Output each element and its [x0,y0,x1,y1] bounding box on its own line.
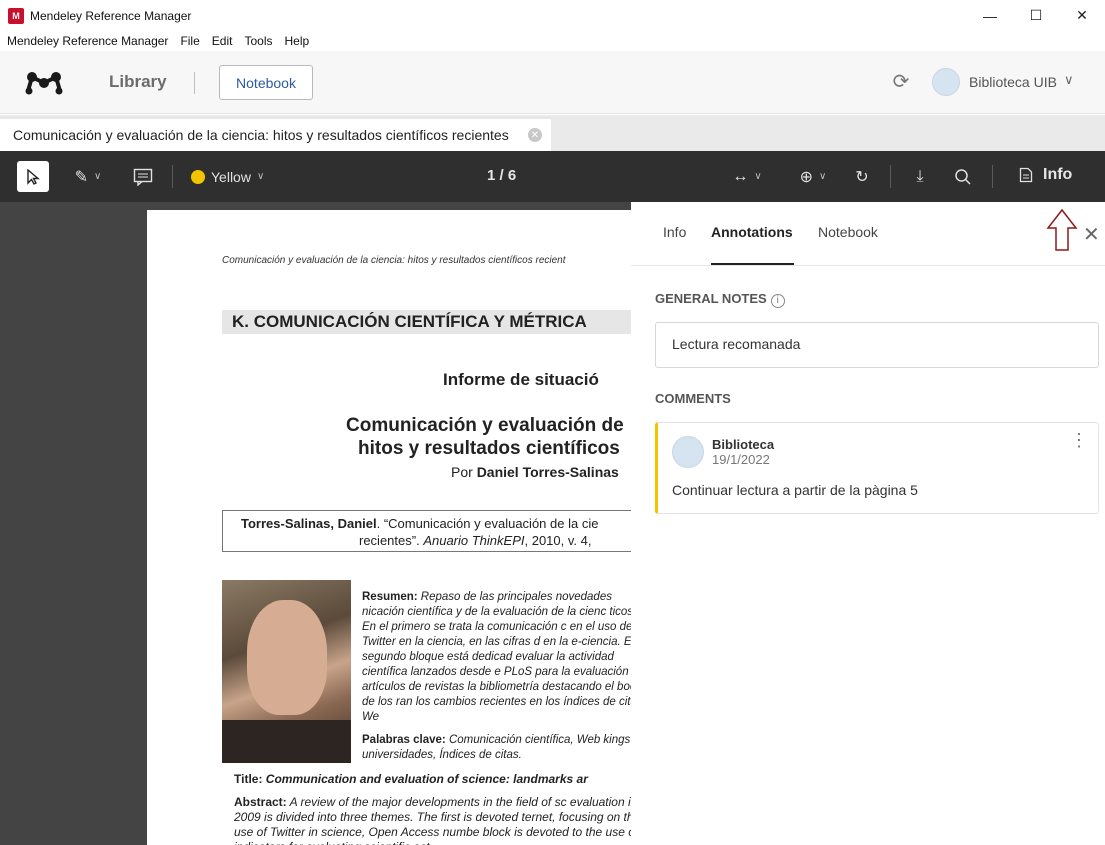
citation-line2-b: , 2010, v. 4, [524,533,592,548]
info-icon[interactable]: i [770,294,785,308]
active-tab-indicator [711,263,794,265]
byline-author: Daniel Torres-Salinas [476,464,619,480]
document-tab-strip: Comunicación y evaluación de la ciencia:… [0,115,1105,151]
comment-text: Continuar lectura a partir de la pàgina … [672,482,918,498]
comment-date: 19/1/2022 [712,452,770,467]
keywords: Palabras clave: Comunicación científica,… [362,733,652,763]
highlighter-tool[interactable]: ✎ ∨ [64,161,112,192]
window-title: Mendeley Reference Manager [30,8,192,23]
comment-icon[interactable] [130,161,156,192]
author-photo [222,580,351,763]
abstract-en-text: A review of the major developments in th… [234,795,640,845]
document-icon [1019,167,1033,183]
notebook-button[interactable]: Notebook [219,65,313,100]
byline-prefix: Por [451,464,477,480]
abstract-en: Abstract: A review of the major developm… [234,795,654,845]
tab-notebook[interactable]: Notebook [818,224,878,240]
pdf-toolbar: ✎ ∨ Yellow ∨ 1 / 6 ↔ ∨ ⊕ ∨ ↻ ⤓ Info [0,151,1105,202]
highlight-color-select[interactable]: Yellow ∨ [191,161,281,192]
more-options-icon[interactable]: ⋮ [1070,431,1088,449]
rotate-icon[interactable]: ↻ [849,161,875,192]
abstract-en-label: Abstract: [234,795,287,809]
citation-box: Torres-Salinas, Daniel. “Comunicación y … [222,510,652,552]
comments-label: COMMENTS [655,391,731,406]
header-divider [194,72,195,94]
maximize-button[interactable]: ☐ [1013,0,1059,31]
chevron-down-icon: ∨ [754,171,762,182]
menu-bar: Mendeley Reference Manager File Edit Too… [0,31,1105,51]
comment-author: Biblioteca [712,437,775,452]
general-notes-field[interactable]: Lectura recomanada [655,322,1099,368]
toolbar-divider [992,165,993,188]
info-button-label: Info [1043,166,1073,183]
fit-width-tool[interactable]: ↔ ∨ [722,161,772,192]
panel-tabs: Info Annotations Notebook ✕ [631,202,1105,266]
title-en: Title: Communication and evaluation of s… [234,772,588,786]
chevron-down-icon: ∨ [94,171,102,182]
menu-tools[interactable]: Tools [244,34,272,48]
pdf-page[interactable]: Comunicación y evaluación de la ciencia:… [147,210,652,845]
app-header: Library Notebook ⟳ Biblioteca UIB ∨ [0,51,1105,114]
title-bar: M Mendeley Reference Manager — ☐ ✕ [0,0,1105,31]
close-tab-icon[interactable]: ✕ [528,128,542,142]
zoom-in-icon: ⊕ [799,168,814,186]
general-notes-heading: GENERAL NOTES i [655,291,785,308]
arrow-up-icon [1046,208,1078,251]
tab-info[interactable]: Info [663,224,686,240]
menu-file[interactable]: File [180,34,199,48]
close-window-button[interactable]: ✕ [1059,0,1105,31]
article-title-line2: hitos y resultados científicos [358,438,620,459]
citation-text: . “Comunicación y evaluación de la cie [376,516,599,531]
abstract-text: Repaso de las principales novedades nica… [362,591,646,723]
library-nav[interactable]: Library [109,72,167,92]
comment-card[interactable]: Biblioteca 19/1/2022 ⋮ Continuar lectura… [655,422,1099,514]
toolbar-divider [890,165,891,188]
citation-line2-a: recientes”. [359,533,424,548]
annotations-panel: Info Annotations Notebook ✕ GENERAL NOTE… [631,202,1105,845]
citation-author: Torres-Salinas, Daniel [241,516,377,531]
tab-annotations[interactable]: Annotations [711,224,793,240]
avatar[interactable] [932,68,960,96]
fit-width-icon: ↔ [732,167,749,185]
menu-app[interactable]: Mendeley Reference Manager [7,34,168,48]
search-icon[interactable] [950,161,976,192]
byline: Por Daniel Torres-Salinas [451,464,619,480]
toolbar-divider [172,165,173,188]
document-tab[interactable]: Comunicación y evaluación de la ciencia:… [0,117,551,151]
download-icon[interactable]: ⤓ [907,161,933,192]
author-shirt [222,720,351,763]
abstract-label: Resumen: [362,591,418,603]
general-notes-label: GENERAL NOTES [655,291,767,306]
page-indicator: 1 / 6 [487,167,517,184]
avatar [672,436,704,468]
section-heading: K. COMUNICACIÓN CIENTÍFICA Y MÉTRICA [222,310,642,334]
menu-help[interactable]: Help [284,34,309,48]
yellow-swatch [191,169,205,184]
zoom-tool[interactable]: ⊕ ∨ [788,161,838,192]
mendeley-app-icon: M [8,7,24,24]
minimize-button[interactable]: — [967,0,1013,31]
user-name[interactable]: Biblioteca UIB [969,74,1057,90]
chevron-down-icon: ∨ [256,171,265,182]
document-tab-title[interactable]: Comunicación y evaluación de la ciencia:… [13,127,518,143]
report-heading: Informe de situació [443,370,599,389]
mendeley-logo-icon[interactable] [24,69,64,95]
citation-journal: Anuario ThinkEPI [423,533,525,548]
article-title-line1: Comunicación y evaluación de [346,415,624,436]
highlighter-icon: ✎ [74,168,89,186]
sync-icon[interactable]: ⟳ [890,71,912,93]
info-button[interactable]: Info [1019,166,1072,184]
chevron-down-icon[interactable]: ∨ [1064,72,1074,88]
abstract-es: Resumen: Repaso de las principales noved… [362,590,652,725]
select-cursor-icon[interactable] [17,161,49,192]
keywords-label: Palabras clave: [362,734,446,746]
title-en-label: Title: [234,772,263,786]
close-panel-icon[interactable]: ✕ [1083,222,1100,247]
title-en-text: Communication and evaluation of science:… [262,772,588,786]
menu-edit[interactable]: Edit [212,34,233,48]
highlight-color-label: Yellow [211,168,251,185]
author-face [247,600,327,715]
running-head: Comunicación y evaluación de la ciencia:… [222,255,566,266]
chevron-down-icon: ∨ [819,171,827,182]
